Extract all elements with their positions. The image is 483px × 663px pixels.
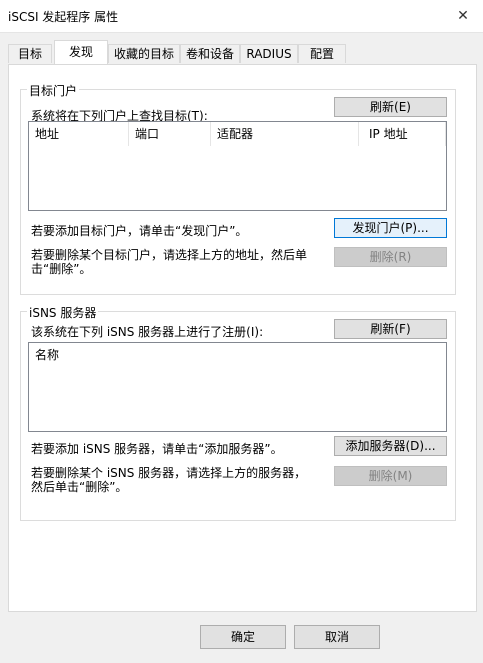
column-port[interactable]: 端口 <box>129 122 211 146</box>
tab-volumes-devices[interactable]: 卷和设备 <box>180 44 240 63</box>
title-bar: iSCSI 发起程序 属性 ✕ <box>0 0 483 33</box>
discovery-panel: 目标门户 系统将在下列门户上查找目标(T): 刷新(E) 地址 端口 适配器 I… <box>8 64 477 612</box>
ok-button[interactable]: 确定 <box>200 625 286 649</box>
isns-instruction: 该系统在下列 iSNS 服务器上进行了注册(I): <box>31 325 264 339</box>
isns-add-hint: 若要添加 iSNS 服务器，请单击“添加服务器”。 <box>31 442 283 456</box>
column-address[interactable]: 地址 <box>29 122 129 146</box>
column-name[interactable]: 名称 <box>29 343 446 367</box>
tab-configuration[interactable]: 配置 <box>298 44 346 63</box>
portals-add-hint: 若要添加目标门户，请单击“发现门户”。 <box>31 224 248 238</box>
portals-list[interactable]: 地址 端口 适配器 IP 地址 <box>28 121 447 211</box>
close-icon[interactable]: ✕ <box>451 4 475 28</box>
portals-remove-hint-line2: 击“删除”。 <box>31 262 92 276</box>
isns-servers-title: iSNS 服务器 <box>27 304 99 321</box>
tab-discovery[interactable]: 发现 <box>54 40 108 64</box>
tab-radius[interactable]: RADIUS <box>240 44 298 63</box>
isns-list[interactable]: 名称 <box>28 342 447 432</box>
tab-targets[interactable]: 目标 <box>8 44 52 63</box>
remove-server-button[interactable]: 删除(M) <box>334 466 447 486</box>
window-title: iSCSI 发起程序 属性 <box>8 10 119 24</box>
isns-remove-hint-line2: 然后单击“删除”。 <box>31 480 128 494</box>
refresh-portals-button[interactable]: 刷新(E) <box>334 97 447 117</box>
column-ip-address[interactable]: IP 地址 <box>359 122 446 146</box>
add-server-button[interactable]: 添加服务器(D)... <box>334 436 447 456</box>
remove-portal-button[interactable]: 删除(R) <box>334 247 447 267</box>
refresh-isns-button[interactable]: 刷新(F) <box>334 319 447 339</box>
tab-favorite-targets[interactable]: 收藏的目标 <box>108 44 180 63</box>
cancel-button[interactable]: 取消 <box>294 625 380 649</box>
target-portals-title: 目标门户 <box>27 82 80 99</box>
discover-portal-button[interactable]: 发现门户(P)... <box>334 218 447 238</box>
column-adapter[interactable]: 适配器 <box>211 122 359 146</box>
